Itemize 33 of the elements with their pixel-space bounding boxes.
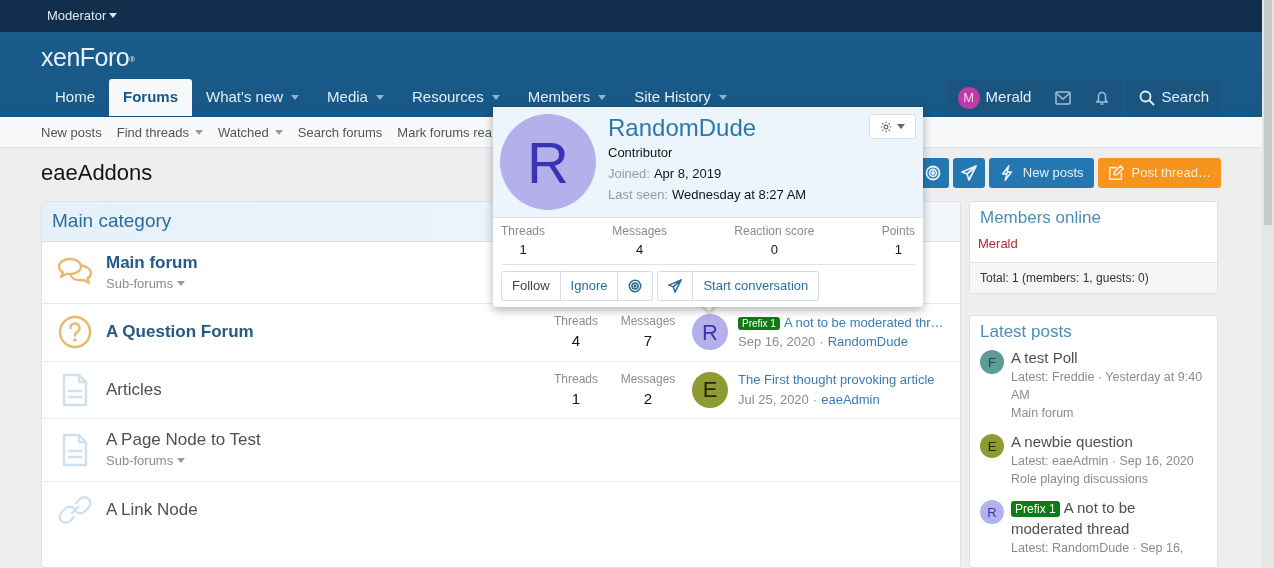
stat-value: 1 (570, 388, 582, 409)
post-date: Jul 25, 2020 (738, 390, 809, 409)
prefix-label: Prefix 1 (738, 316, 780, 330)
stat-value: 4 (570, 331, 582, 352)
prefix-label: Prefix 1 (1011, 501, 1060, 518)
stat-value: 2 (642, 388, 654, 409)
post-date: Sep 16, 2020 (738, 333, 816, 352)
field-value: Wednesday at 8:27 AM (672, 186, 807, 204)
stat-label: Messages (612, 223, 667, 240)
online-total: Total: 1 (members: 1, guests: 0) (970, 261, 1217, 293)
field-value: Apr 8, 2019 (653, 165, 722, 183)
field-label: Last seen: (608, 186, 668, 204)
page-title: eaeAddons (41, 159, 153, 187)
stat-label: Threads (553, 313, 599, 331)
post-meta: Latest: eaeAdmin · Sep 16, 2020 (1011, 453, 1194, 471)
stat-value: 1 (518, 241, 528, 259)
stat-label: Messages (619, 370, 677, 388)
stat-value: 7 (642, 331, 654, 352)
post-meta: Latest: RandomDude · Sep 16, (1011, 540, 1185, 558)
stat-label: Messages (619, 313, 677, 331)
field-label: Joined: (608, 165, 650, 183)
stat-label: Points (881, 223, 915, 240)
separator: · (812, 390, 818, 409)
post-meta: Latest: Freddie · Yesterday at 9:40 AM (1011, 369, 1204, 405)
stat-value: 4 (635, 241, 645, 259)
user-title: Contributor (608, 144, 674, 162)
stat-label: Threads (553, 370, 599, 388)
stat-label: Threads (501, 223, 546, 240)
stat-label: Reaction score (734, 223, 815, 240)
stat-value: 0 (769, 241, 779, 259)
avatar: M (957, 86, 980, 109)
stat-value: 1 (893, 241, 903, 259)
separator: · (819, 333, 824, 352)
